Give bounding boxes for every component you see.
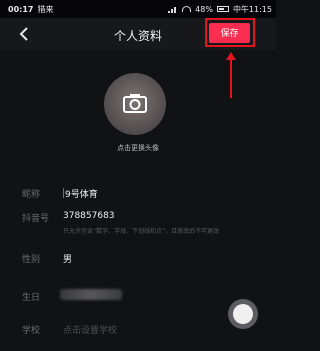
- text-cursor: [63, 188, 64, 198]
- floating-button-dot: [233, 304, 253, 324]
- school-field[interactable]: 点击设置学校: [63, 323, 117, 336]
- birthday-field[interactable]: [60, 289, 122, 300]
- wifi-icon: [182, 6, 192, 12]
- battery-icon: [216, 6, 229, 12]
- gender-label: 性别: [22, 255, 41, 265]
- avatar-section: [0, 50, 276, 150]
- status-carrier: 猎来: [37, 4, 54, 14]
- signal-icon: [168, 6, 178, 13]
- camera-icon: [123, 94, 147, 113]
- nickname-value: 9号体育: [65, 190, 98, 200]
- status-left: 00:17 猎来: [8, 4, 53, 15]
- status-time: 00:17: [8, 4, 34, 14]
- nickname-field[interactable]: 9号体育: [63, 187, 98, 200]
- douyin-id-label: 抖音号: [22, 214, 50, 224]
- avatar[interactable]: [104, 73, 166, 135]
- floating-assistive-button[interactable]: [228, 299, 258, 329]
- douyin-id-hint: 只允许包含“数字、字母、下划线和点”，且修改后不可更改: [63, 228, 220, 235]
- status-right: 48% 中午11:15: [168, 4, 272, 15]
- school-label: 学校: [22, 326, 41, 336]
- status-clock: 中午11:15: [232, 4, 272, 14]
- gender-field[interactable]: 男: [63, 252, 72, 265]
- status-battery-text: 48%: [195, 4, 213, 14]
- status-bar: 00:17 猎来 48% 中午11:15: [0, 0, 276, 18]
- birthday-label: 生日: [22, 293, 41, 303]
- nickname-label: 昵称: [22, 190, 41, 200]
- douyin-id-field[interactable]: 378857683: [63, 211, 115, 221]
- avatar-hint[interactable]: 点击更换头像: [0, 143, 276, 153]
- highlight-box: [205, 18, 255, 47]
